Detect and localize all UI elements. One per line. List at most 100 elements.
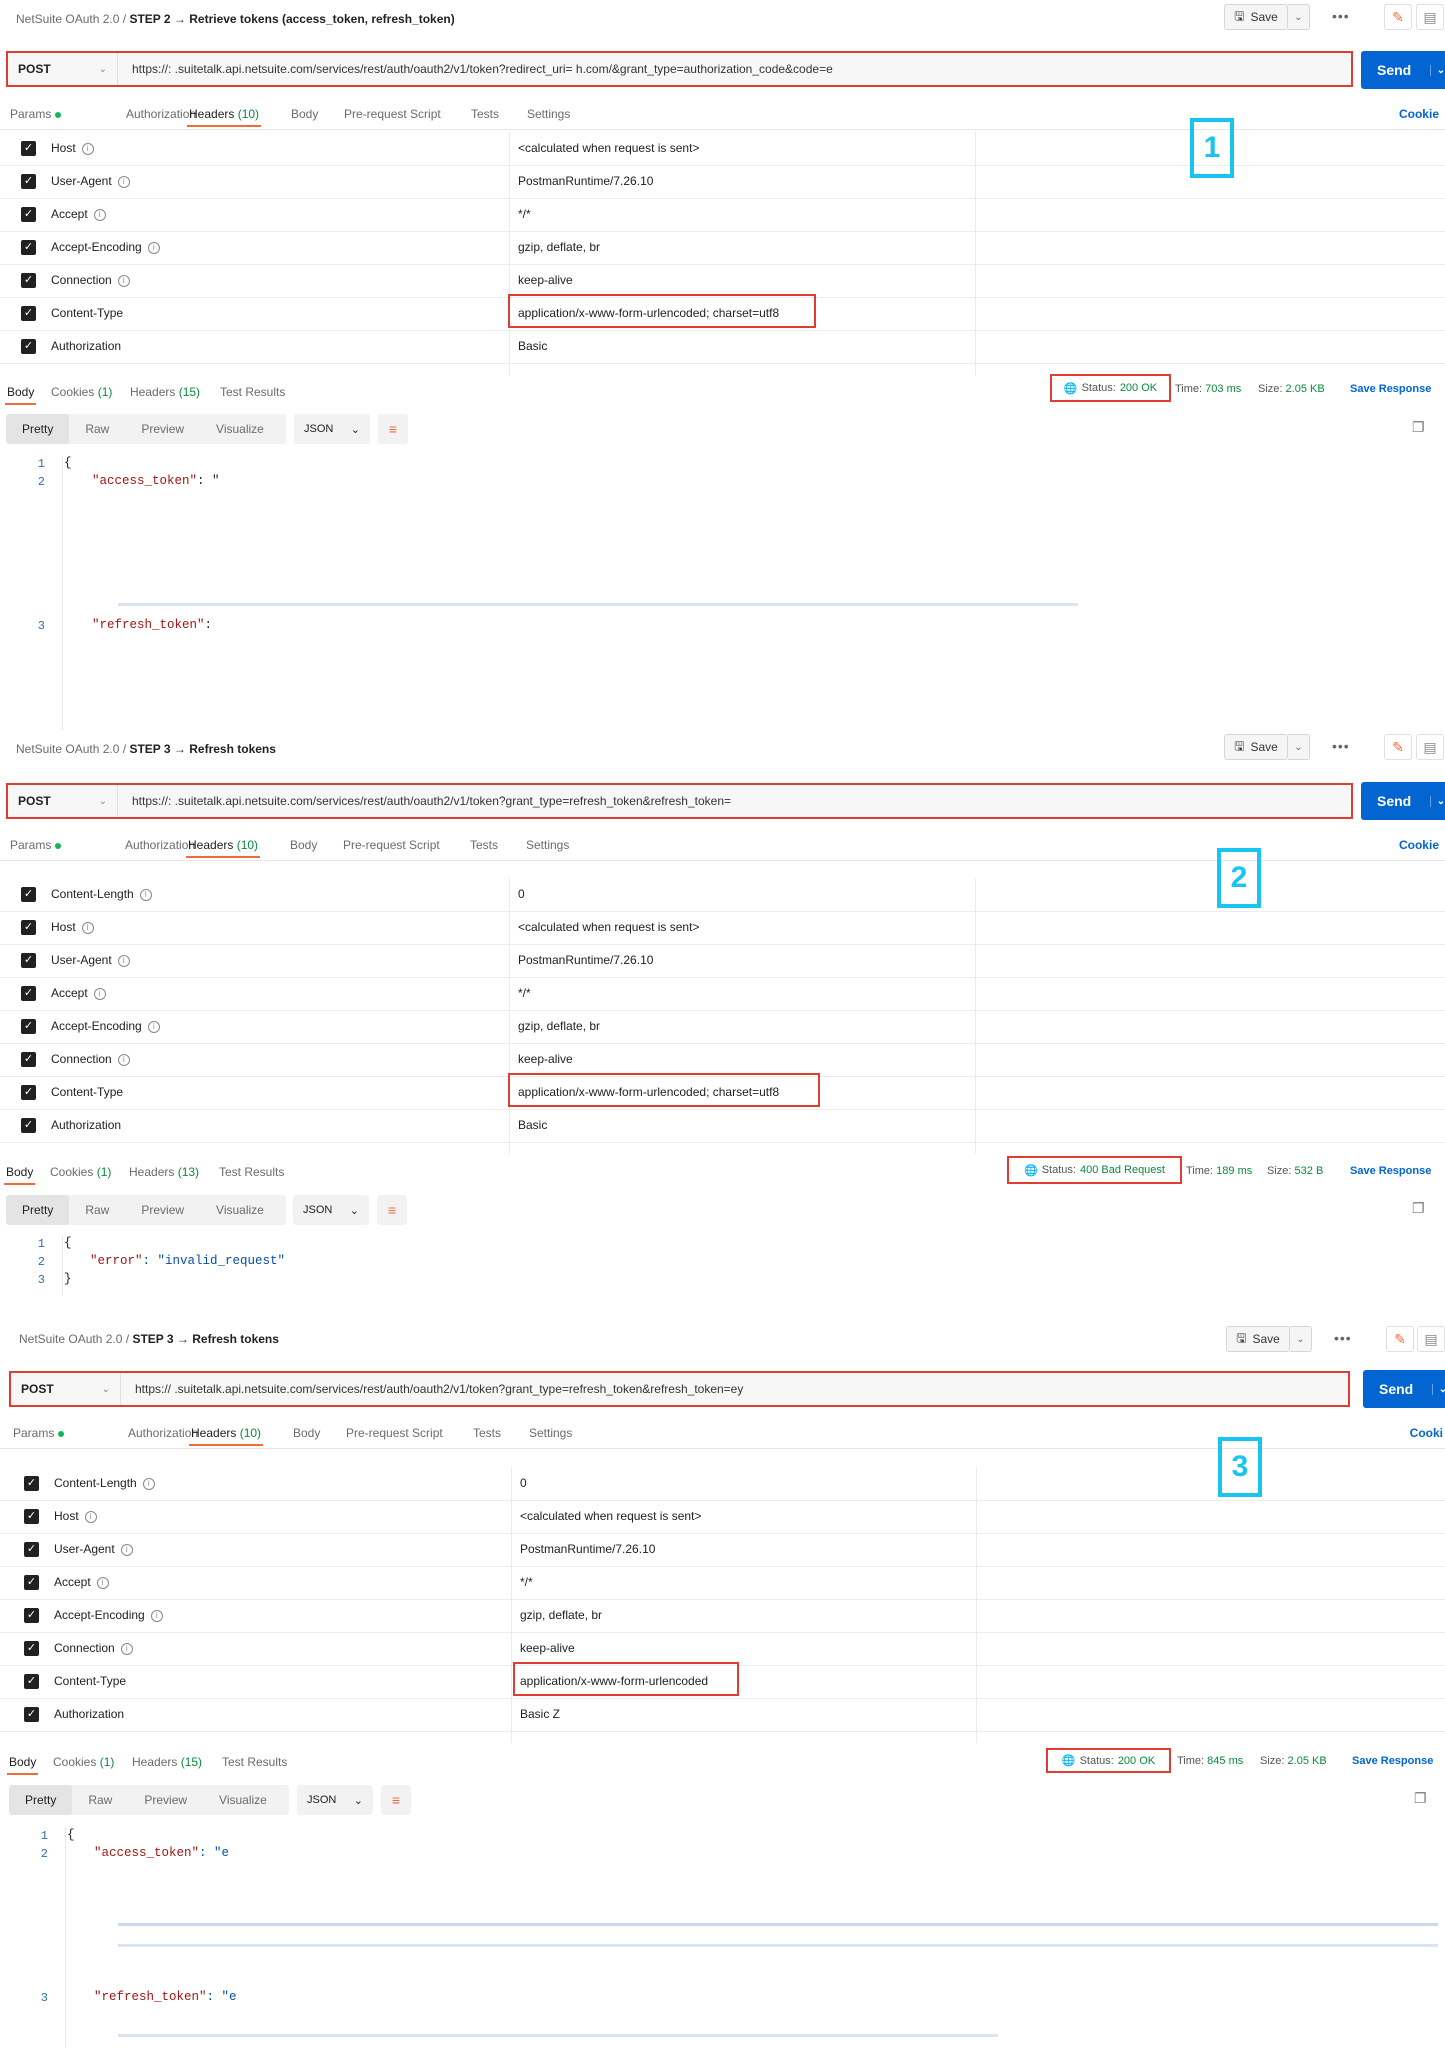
tab-body[interactable]: Body <box>293 1426 320 1440</box>
tab-params[interactable]: Params <box>10 107 62 121</box>
wrap-lines-icon[interactable]: ≡ <box>378 414 408 444</box>
tab-tests[interactable]: Tests <box>470 838 498 852</box>
checkbox[interactable]: ✓ <box>24 1509 39 1524</box>
header-value[interactable]: */* <box>520 1575 533 1589</box>
resp-tab-test-results[interactable]: Test Results <box>220 385 285 399</box>
cookies-link[interactable]: Cookie <box>1399 107 1439 121</box>
send-options-chevron-icon[interactable]: ⌄ <box>1430 64 1445 76</box>
header-key[interactable]: Accept-Encoding i <box>54 1608 163 1622</box>
save-button[interactable]: 🖫 Save <box>1224 4 1288 30</box>
resp-tab-headers[interactable]: Headers (15) <box>130 385 200 399</box>
checkbox[interactable]: ✓ <box>21 339 36 354</box>
copy-icon[interactable]: ❐ <box>1414 1790 1427 1807</box>
checkbox[interactable]: ✓ <box>21 306 36 321</box>
header-key[interactable]: Host i <box>51 141 94 155</box>
header-value[interactable]: gzip, deflate, br <box>518 1019 600 1033</box>
status-indicator[interactable]: 🌐 Status: 200 OK <box>1046 1748 1171 1773</box>
header-value[interactable]: keep-alive <box>518 1052 573 1066</box>
header-key[interactable]: Content-Type <box>54 1674 126 1688</box>
view-pretty[interactable]: Pretty <box>9 1785 73 1815</box>
view-raw[interactable]: Raw <box>69 422 125 436</box>
header-value[interactable]: PostmanRuntime/7.26.10 <box>518 953 653 967</box>
view-visualize[interactable]: Visualize <box>203 1793 283 1807</box>
checkbox[interactable]: ✓ <box>24 1641 39 1656</box>
edit-pencil-icon[interactable]: ✎ <box>1384 4 1412 30</box>
method-select[interactable]: POST ⌄ <box>8 785 118 817</box>
checkbox[interactable]: ✓ <box>24 1674 39 1689</box>
resp-tab-test-results[interactable]: Test Results <box>219 1165 284 1179</box>
save-options-chevron-icon[interactable]: ⌄ <box>1288 4 1310 30</box>
save-response-button[interactable]: Save Response <box>1350 1165 1431 1177</box>
resp-tab-body[interactable]: Body <box>6 1755 39 1775</box>
header-key[interactable]: User-Agent i <box>51 174 130 188</box>
save-button[interactable]: 🖫 Save <box>1226 1326 1290 1352</box>
wrap-lines-icon[interactable]: ≡ <box>377 1195 407 1225</box>
checkbox[interactable]: ✓ <box>21 953 36 968</box>
header-value[interactable]: keep-alive <box>520 1641 575 1655</box>
checkbox[interactable]: ✓ <box>24 1542 39 1557</box>
header-value[interactable]: PostmanRuntime/7.26.10 <box>520 1542 655 1556</box>
header-value[interactable]: <calculated when request is sent> <box>518 920 699 934</box>
header-value[interactable]: keep-alive <box>518 273 573 287</box>
copy-icon[interactable]: ❐ <box>1412 1200 1425 1217</box>
url-input[interactable]: https://: .suitetalk.api.netsuite.com/se… <box>118 794 1351 808</box>
tab-headers[interactable]: Headers (10) <box>185 838 261 858</box>
status-indicator[interactable]: 🌐 Status: 400 Bad Request <box>1007 1156 1182 1184</box>
breadcrumb-collection[interactable]: NetSuite OAuth 2.0 <box>16 12 119 26</box>
header-value[interactable]: Basic <box>518 339 547 353</box>
cookies-link[interactable]: Cookie <box>1399 838 1439 852</box>
tab-authorization[interactable]: Authorization <box>125 838 195 852</box>
view-preview[interactable]: Preview <box>128 1793 203 1807</box>
save-options-chevron-icon[interactable]: ⌄ <box>1290 1326 1312 1352</box>
header-value[interactable]: Basic Z <box>520 1707 560 1721</box>
send-options-chevron-icon[interactable]: ⌄ <box>1432 1383 1445 1395</box>
checkbox[interactable]: ✓ <box>21 240 36 255</box>
view-visualize[interactable]: Visualize <box>200 422 280 436</box>
checkbox[interactable]: ✓ <box>21 986 36 1001</box>
save-options-chevron-icon[interactable]: ⌄ <box>1288 734 1310 760</box>
save-response-button[interactable]: Save Response <box>1350 383 1431 395</box>
status-indicator[interactable]: 🌐 Status: 200 OK <box>1050 374 1171 402</box>
tab-body[interactable]: Body <box>291 107 318 121</box>
checkbox[interactable]: ✓ <box>21 273 36 288</box>
resp-tab-body[interactable]: Body <box>3 1165 36 1185</box>
more-options-icon[interactable]: ••• <box>1334 1330 1352 1346</box>
tab-params[interactable]: Params <box>13 1426 65 1440</box>
header-key[interactable]: Content-Length i <box>51 887 152 901</box>
checkbox[interactable]: ✓ <box>21 920 36 935</box>
header-value[interactable]: 0 <box>518 887 525 901</box>
tab-prerequest-script[interactable]: Pre-request Script <box>344 107 441 121</box>
resp-tab-body[interactable]: Body <box>4 385 37 405</box>
header-key[interactable]: Accept i <box>51 986 106 1000</box>
save-response-button[interactable]: Save Response <box>1352 1755 1433 1767</box>
resp-tab-test-results[interactable]: Test Results <box>222 1755 287 1769</box>
edit-pencil-icon[interactable]: ✎ <box>1386 1326 1414 1352</box>
tab-settings[interactable]: Settings <box>527 107 570 121</box>
view-pretty[interactable]: Pretty <box>6 1195 70 1225</box>
request-title[interactable]: STEP 2 → Retrieve tokens (access_token, … <box>129 12 454 26</box>
header-key[interactable]: Accept-Encoding i <box>51 1019 160 1033</box>
breadcrumb-collection[interactable]: NetSuite OAuth 2.0 <box>19 1332 122 1346</box>
tab-params[interactable]: Params <box>10 838 62 852</box>
checkbox[interactable]: ✓ <box>24 1476 39 1491</box>
resp-tab-cookies[interactable]: Cookies (1) <box>53 1755 114 1769</box>
tab-settings[interactable]: Settings <box>526 838 569 852</box>
header-key[interactable]: Connection i <box>54 1641 133 1655</box>
send-button[interactable]: Send ⌄ <box>1361 51 1445 89</box>
view-raw[interactable]: Raw <box>72 1793 128 1807</box>
send-button[interactable]: Send ⌄ <box>1361 782 1445 820</box>
checkbox[interactable]: ✓ <box>21 1085 36 1100</box>
tab-tests[interactable]: Tests <box>471 107 499 121</box>
header-key[interactable]: Host i <box>51 920 94 934</box>
header-key[interactable]: Connection i <box>51 273 130 287</box>
header-value[interactable]: <calculated when request is sent> <box>520 1509 701 1523</box>
comments-icon[interactable]: ▤ <box>1416 4 1444 30</box>
tab-body[interactable]: Body <box>290 838 317 852</box>
comments-icon[interactable]: ▤ <box>1417 1326 1445 1352</box>
format-select[interactable]: JSON ⌄ <box>293 1195 369 1225</box>
more-options-icon[interactable]: ••• <box>1332 738 1350 754</box>
resp-tab-cookies[interactable]: Cookies (1) <box>51 385 112 399</box>
url-input[interactable]: https:// .suitetalk.api.netsuite.com/ser… <box>121 1382 1348 1396</box>
checkbox[interactable]: ✓ <box>21 887 36 902</box>
resp-tab-headers[interactable]: Headers (13) <box>129 1165 199 1179</box>
